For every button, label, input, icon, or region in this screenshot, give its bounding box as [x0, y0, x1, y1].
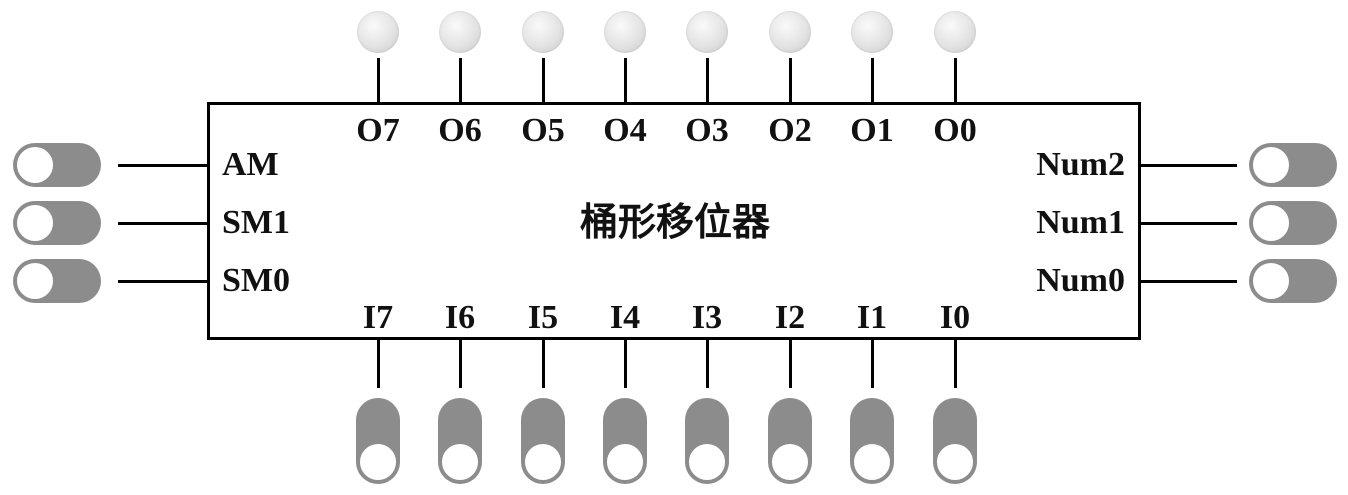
- input-label-i2: I2: [774, 299, 806, 336]
- switch-knob: [852, 442, 892, 482]
- switch-knob: [770, 442, 810, 482]
- output-wire-o6: [459, 58, 462, 104]
- output-led-o0: [934, 11, 976, 53]
- input-label-i7: I7: [362, 299, 394, 336]
- control-switch-am[interactable]: [13, 143, 101, 187]
- control-wire-num0: [1139, 280, 1237, 283]
- input-label-i3: I3: [691, 299, 723, 336]
- output-wire-o1: [871, 58, 874, 104]
- switch-knob: [15, 261, 55, 301]
- output-led-o3: [686, 11, 728, 53]
- control-wire-sm0: [118, 280, 210, 283]
- control-switch-num0[interactable]: [1249, 259, 1337, 303]
- switch-knob: [1251, 261, 1291, 301]
- input-switch-i0[interactable]: [933, 398, 977, 484]
- switch-knob: [1251, 203, 1291, 243]
- output-label-o2: O2: [768, 112, 812, 149]
- switch-knob: [15, 203, 55, 243]
- output-wire-o0: [954, 58, 957, 104]
- control-label-num2: Num2: [1036, 146, 1125, 183]
- input-label-i4: I4: [609, 299, 641, 336]
- control-wire-num2: [1139, 164, 1237, 167]
- control-label-num0: Num0: [1036, 262, 1125, 299]
- control-switch-num1[interactable]: [1249, 201, 1337, 245]
- control-wire-am: [118, 164, 210, 167]
- input-label-i6: I6: [444, 299, 476, 336]
- output-led-o2: [769, 11, 811, 53]
- control-label-sm0: SM0: [222, 262, 290, 299]
- output-wire-o3: [706, 58, 709, 104]
- input-switch-i4[interactable]: [603, 398, 647, 484]
- output-label-o7: O7: [356, 112, 400, 149]
- switch-knob: [687, 442, 727, 482]
- input-wire-i4: [624, 340, 627, 388]
- output-wire-o2: [789, 58, 792, 104]
- output-wire-o4: [624, 58, 627, 104]
- block-title: 桶形移位器: [579, 200, 770, 244]
- input-switch-i1[interactable]: [850, 398, 894, 484]
- input-wire-i3: [706, 340, 709, 388]
- input-wire-i0: [954, 340, 957, 388]
- input-wire-i2: [789, 340, 792, 388]
- switch-knob: [358, 442, 398, 482]
- input-wire-i5: [542, 340, 545, 388]
- control-switch-sm0[interactable]: [13, 259, 101, 303]
- output-led-o1: [851, 11, 893, 53]
- output-wire-o5: [542, 58, 545, 104]
- output-label-o1: O1: [850, 112, 894, 149]
- input-switch-i3[interactable]: [685, 398, 729, 484]
- output-label-o6: O6: [438, 112, 482, 149]
- input-switch-i2[interactable]: [768, 398, 812, 484]
- switch-knob: [605, 442, 645, 482]
- control-switch-sm1[interactable]: [13, 201, 101, 245]
- input-switch-i7[interactable]: [356, 398, 400, 484]
- input-switch-i6[interactable]: [438, 398, 482, 484]
- input-label-i0: I0: [939, 299, 971, 336]
- switch-knob: [935, 442, 975, 482]
- switch-knob: [15, 145, 55, 185]
- switch-knob: [523, 442, 563, 482]
- input-wire-i1: [871, 340, 874, 388]
- control-wire-num1: [1139, 222, 1237, 225]
- output-label-o4: O4: [603, 112, 647, 149]
- output-led-o5: [522, 11, 564, 53]
- input-label-i5: I5: [527, 299, 559, 336]
- control-label-num1: Num1: [1036, 204, 1125, 241]
- input-switch-i5[interactable]: [521, 398, 565, 484]
- input-wire-i6: [459, 340, 462, 388]
- output-led-o7: [357, 11, 399, 53]
- switch-knob: [440, 442, 480, 482]
- control-label-sm1: SM1: [222, 204, 290, 241]
- control-label-am: AM: [222, 146, 279, 183]
- control-wire-sm1: [118, 222, 210, 225]
- output-led-o6: [439, 11, 481, 53]
- switch-knob: [1251, 145, 1291, 185]
- control-switch-num2[interactable]: [1249, 143, 1337, 187]
- output-label-o0: O0: [933, 112, 977, 149]
- input-wire-i7: [377, 340, 380, 388]
- output-label-o3: O3: [685, 112, 729, 149]
- output-label-o5: O5: [521, 112, 565, 149]
- output-wire-o7: [377, 58, 380, 104]
- input-label-i1: I1: [856, 299, 888, 336]
- output-led-o4: [604, 11, 646, 53]
